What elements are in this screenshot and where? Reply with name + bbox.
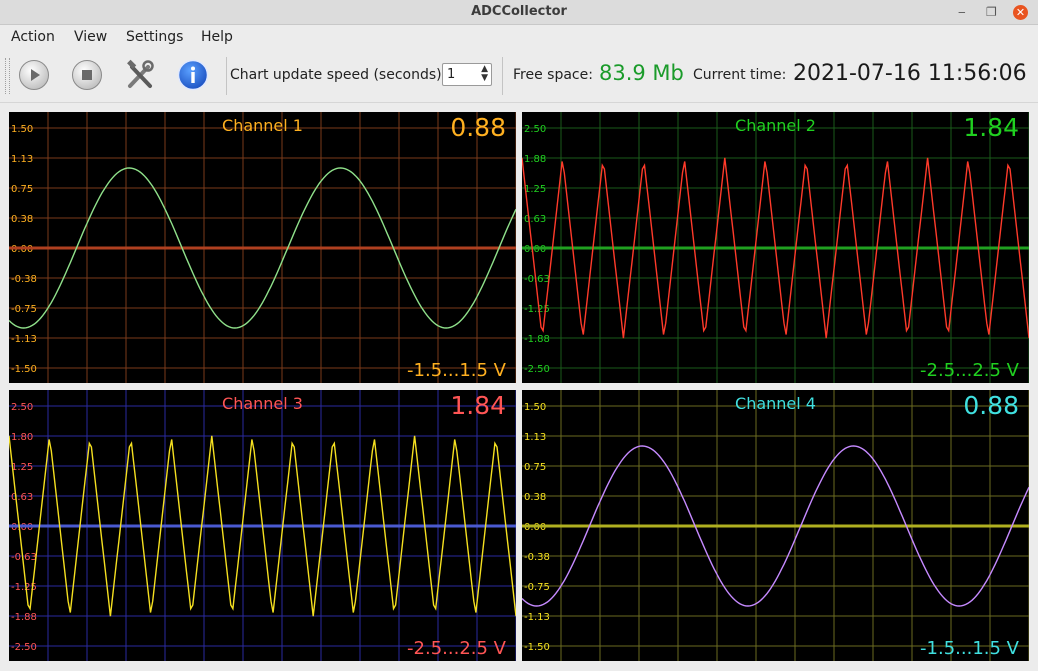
y-tick-label: -0.63 [11, 552, 37, 563]
y-tick-label: -1.88 [11, 612, 37, 623]
channel-title: Channel 2 [735, 116, 816, 135]
channel-1-plot: 1.501.130.750.380.00-0.38-0.75-1.13-1.50 [9, 112, 516, 383]
minimize-icon[interactable]: ‒ [958, 5, 966, 19]
channel-title: Channel 4 [735, 394, 816, 413]
channel-range: -2.5...2.5 V [407, 638, 506, 659]
free-space-value: 83.9 Mb [599, 61, 684, 85]
speed-spinbox[interactable]: 1 ▲ ▼ [442, 63, 492, 86]
close-icon[interactable]: ✕ [1013, 5, 1028, 20]
current-time-label: Current time: [693, 67, 787, 83]
stop-button[interactable] [71, 59, 103, 91]
toolbar-separator [226, 57, 227, 95]
y-tick-label: 1.25 [524, 184, 546, 195]
y-tick-label: 1.25 [11, 462, 33, 473]
y-tick-label: -1.13 [11, 334, 37, 345]
y-tick-label: -1.50 [524, 642, 550, 653]
settings-tools-button[interactable] [124, 59, 156, 91]
menu-settings[interactable]: Settings [126, 29, 183, 45]
spin-arrows-icon[interactable]: ▲ ▼ [481, 65, 488, 83]
channel-current-value: 1.84 [963, 113, 1019, 142]
y-tick-label: -1.13 [524, 612, 550, 623]
y-tick-label: -0.75 [524, 582, 550, 593]
info-icon [177, 59, 209, 91]
toolbar-handle[interactable] [5, 58, 10, 94]
toolbar-separator [502, 57, 503, 95]
title-bar: ADCCollector ‒ ❐ ✕ [0, 0, 1038, 25]
tools-icon [127, 59, 154, 88]
channel-1-chart: 1.501.130.750.380.00-0.38-0.75-1.13-1.50… [9, 112, 516, 383]
channel-title: Channel 3 [222, 394, 303, 413]
channel-range: -1.5...1.5 V [407, 360, 506, 381]
about-button[interactable] [177, 59, 209, 91]
y-tick-label: -1.50 [11, 364, 37, 375]
channel-3-plot: 2.501.801.250.630.00-0.63-1.25-1.88-2.50 [9, 390, 516, 661]
play-icon [19, 60, 49, 90]
channel-3-chart: 2.501.801.250.630.00-0.63-1.25-1.88-2.50… [9, 390, 516, 661]
channel-range: -2.5...2.5 V [920, 360, 1019, 381]
maximize-icon[interactable]: ❐ [986, 5, 997, 19]
y-tick-label: -0.63 [524, 274, 550, 285]
channel-current-value: 0.88 [963, 391, 1019, 420]
channel-current-value: 0.88 [450, 113, 506, 142]
window-title: ADCCollector [471, 4, 567, 19]
y-tick-label: 1.88 [524, 154, 546, 165]
channel-4-chart: 1.501.130.750.380.00-0.38-0.75-1.13-1.50… [522, 390, 1029, 661]
y-tick-label: -0.38 [11, 274, 37, 285]
y-tick-label: 0.38 [524, 492, 546, 503]
channel-current-value: 1.84 [450, 391, 506, 420]
y-tick-label: -2.50 [524, 364, 550, 375]
speed-value[interactable]: 1 [447, 67, 455, 82]
start-button[interactable] [18, 59, 50, 91]
y-tick-label: 0.63 [524, 214, 546, 225]
channel-2-plot: 2.501.881.250.630.00-0.63-1.25-1.88-2.50 [522, 112, 1029, 383]
speed-label: Chart update speed (seconds): [230, 67, 447, 83]
y-tick-label: 1.80 [11, 432, 33, 443]
channel-range: -1.5...1.5 V [920, 638, 1019, 659]
channel-title: Channel 1 [222, 116, 303, 135]
menu-view[interactable]: View [74, 29, 107, 45]
y-tick-label: -2.50 [11, 642, 37, 653]
menu-action[interactable]: Action [11, 29, 55, 45]
y-tick-label: 0.75 [524, 462, 546, 473]
y-tick-label: 1.13 [524, 432, 546, 443]
free-space-label: Free space: [513, 67, 593, 83]
y-tick-label: -0.75 [11, 304, 37, 315]
toolbar: Chart update speed (seconds): 1 ▲ ▼ Free … [0, 50, 1038, 103]
y-tick-label: -0.38 [524, 552, 550, 563]
channel-2-chart: 2.501.881.250.630.00-0.63-1.25-1.88-2.50… [522, 112, 1029, 383]
current-time-value: 2021-07-16 11:56:06 [793, 61, 1027, 86]
menu-bar: Action View Settings Help [0, 25, 1038, 49]
y-tick-label: 0.75 [11, 184, 33, 195]
y-tick-label: -1.88 [524, 334, 550, 345]
y-tick-label: 0.63 [11, 492, 33, 503]
y-tick-label: 0.38 [11, 214, 33, 225]
y-tick-label: 1.13 [11, 154, 33, 165]
channel-4-plot: 1.501.130.750.380.00-0.38-0.75-1.13-1.50 [522, 390, 1029, 661]
menu-help[interactable]: Help [201, 29, 233, 45]
stop-icon [72, 60, 102, 90]
